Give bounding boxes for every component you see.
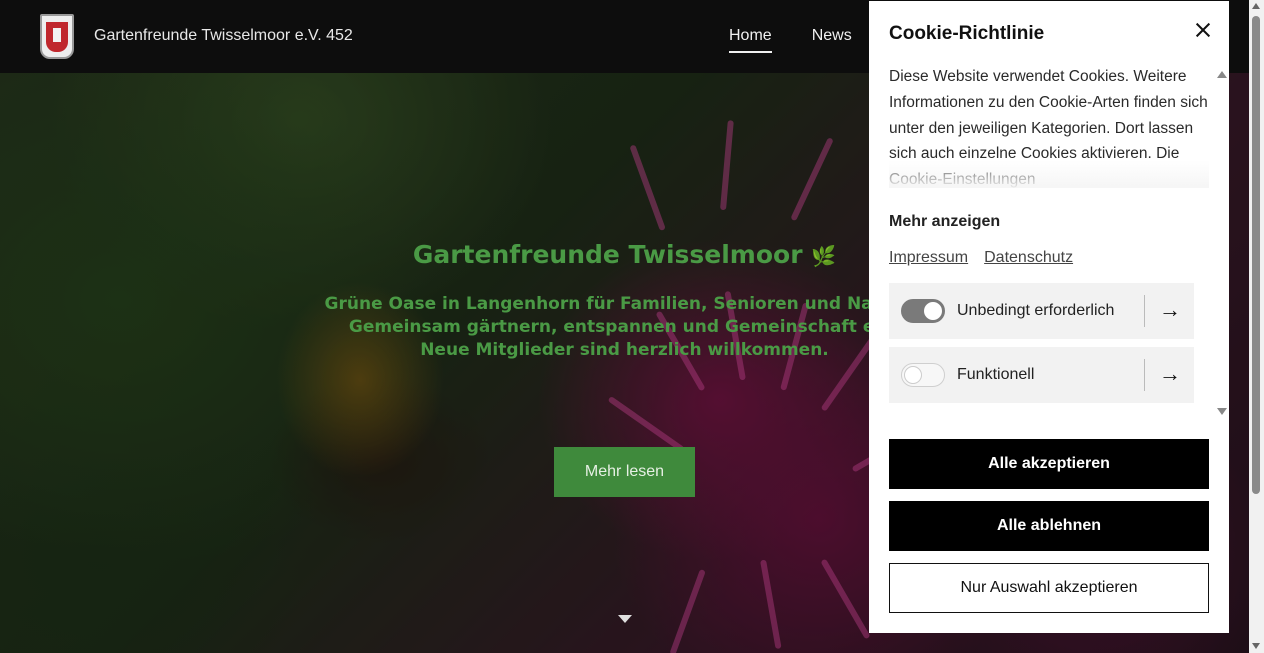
main-nav: Home News xyxy=(729,27,852,53)
scroll-down-icon[interactable] xyxy=(1252,643,1260,649)
cookie-category-functional: Funktionell → xyxy=(889,347,1194,403)
imprint-link[interactable]: Impressum xyxy=(889,249,968,267)
functional-toggle[interactable] xyxy=(901,363,945,387)
arrow-right-icon[interactable]: → xyxy=(1159,361,1181,387)
club-crest-logo[interactable] xyxy=(40,14,74,59)
cookie-category-essential: Unbedingt erforderlich → xyxy=(889,283,1194,339)
leaf-icon: 🌿 xyxy=(811,244,837,268)
scroll-down-icon[interactable] xyxy=(618,615,632,623)
scroll-up-icon[interactable] xyxy=(1252,3,1260,9)
divider xyxy=(1144,295,1145,327)
cookie-scroll-area[interactable]: Diese Website verwendet Cookies. Weitere… xyxy=(889,64,1209,424)
privacy-link[interactable]: Datenschutz xyxy=(984,249,1073,267)
accept-selection-button[interactable]: Nur Auswahl akzeptieren xyxy=(889,563,1209,613)
scroll-down-icon[interactable] xyxy=(1217,408,1227,415)
category-label: Funktionell xyxy=(957,366,1035,383)
category-label: Unbedingt erforderlich xyxy=(957,302,1115,319)
nav-item-home[interactable]: Home xyxy=(729,27,772,53)
reject-all-button[interactable]: Alle ablehnen xyxy=(889,501,1209,551)
accept-all-button[interactable]: Alle akzeptieren xyxy=(889,439,1209,489)
scroll-up-icon[interactable] xyxy=(1217,71,1227,78)
show-more-link[interactable]: Mehr anzeigen xyxy=(889,213,1209,231)
legal-links: Impressum Datenschutz xyxy=(889,249,1209,267)
cookie-policy-dialog: Cookie-Richtlinie Diese Website verwende… xyxy=(869,1,1229,633)
close-icon[interactable] xyxy=(1192,19,1214,41)
divider xyxy=(1144,359,1145,391)
page-scrollbar[interactable] xyxy=(1249,0,1264,653)
site-title[interactable]: Gartenfreunde Twisselmoor e.V. 452 xyxy=(94,27,353,45)
toggle-knob xyxy=(904,366,922,384)
read-more-button[interactable]: Mehr lesen xyxy=(554,447,695,497)
arrow-right-icon[interactable]: → xyxy=(1159,297,1181,323)
toggle-knob xyxy=(924,302,942,320)
cookie-dialog-title: Cookie-Richtlinie xyxy=(889,23,1045,44)
cookie-description: Diese Website verwendet Cookies. Weitere… xyxy=(889,64,1209,188)
nav-item-news[interactable]: News xyxy=(812,27,852,53)
scrollbar-thumb[interactable] xyxy=(1252,16,1260,494)
essential-toggle[interactable] xyxy=(901,299,945,323)
hero-title-text: Gartenfreunde Twisselmoor xyxy=(412,240,803,269)
